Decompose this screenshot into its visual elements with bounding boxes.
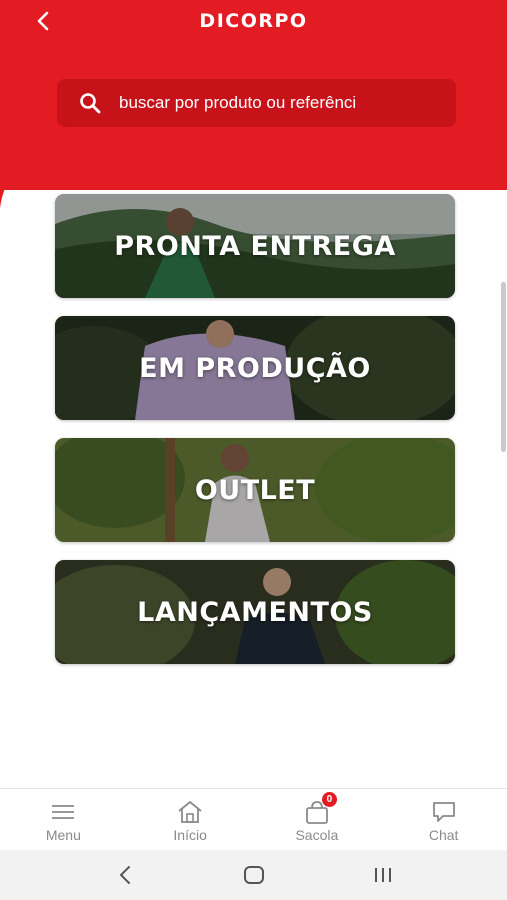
nav-chat[interactable]: Chat <box>380 789 507 850</box>
nav-menu[interactable]: Menu <box>0 789 127 850</box>
nav-sacola[interactable]: 0 Sacola <box>254 789 381 850</box>
scrollbar-thumb[interactable] <box>501 282 506 452</box>
system-home-button[interactable] <box>234 860 274 890</box>
category-label: LANÇAMENTOS <box>137 596 373 628</box>
screen: DICORPO PRONTA ENTREGA <box>0 0 507 900</box>
nav-label: Sacola <box>295 827 339 843</box>
nav-label: Início <box>173 827 207 843</box>
home-icon <box>176 800 204 824</box>
category-label: EM PRODUÇÃO <box>139 352 371 384</box>
hamburger-menu-icon <box>49 800 77 824</box>
back-icon <box>119 866 130 884</box>
category-lancamentos[interactable]: LANÇAMENTOS <box>55 560 455 664</box>
cart-count-badge: 0 <box>321 792 337 807</box>
bottom-navigation: Menu Início 0 Sacola Chat <box>0 788 507 850</box>
shopping-bag-icon: 0 <box>303 792 337 824</box>
category-label: OUTLET <box>194 474 316 506</box>
search-icon <box>79 92 101 114</box>
system-navigation-bar <box>0 850 507 900</box>
recent-apps-icon <box>374 868 391 882</box>
home-circle-icon <box>243 866 264 884</box>
nav-label: Chat <box>428 827 459 843</box>
system-recent-apps-button[interactable] <box>363 860 403 890</box>
category-em-producao[interactable]: EM PRODUÇÃO <box>55 316 455 420</box>
category-label: PRONTA ENTREGA <box>114 230 396 262</box>
category-outlet[interactable]: OUTLET <box>55 438 455 542</box>
chat-bubble-icon <box>430 800 458 824</box>
nav-inicio[interactable]: Início <box>127 789 254 850</box>
search-input[interactable] <box>119 93 429 113</box>
nav-label: Menu <box>45 827 81 843</box>
category-pronta-entrega[interactable]: PRONTA ENTREGA <box>55 194 455 298</box>
system-back-button[interactable] <box>105 860 145 890</box>
app-logo: DICORPO <box>199 10 308 32</box>
search-bar[interactable] <box>57 79 456 127</box>
